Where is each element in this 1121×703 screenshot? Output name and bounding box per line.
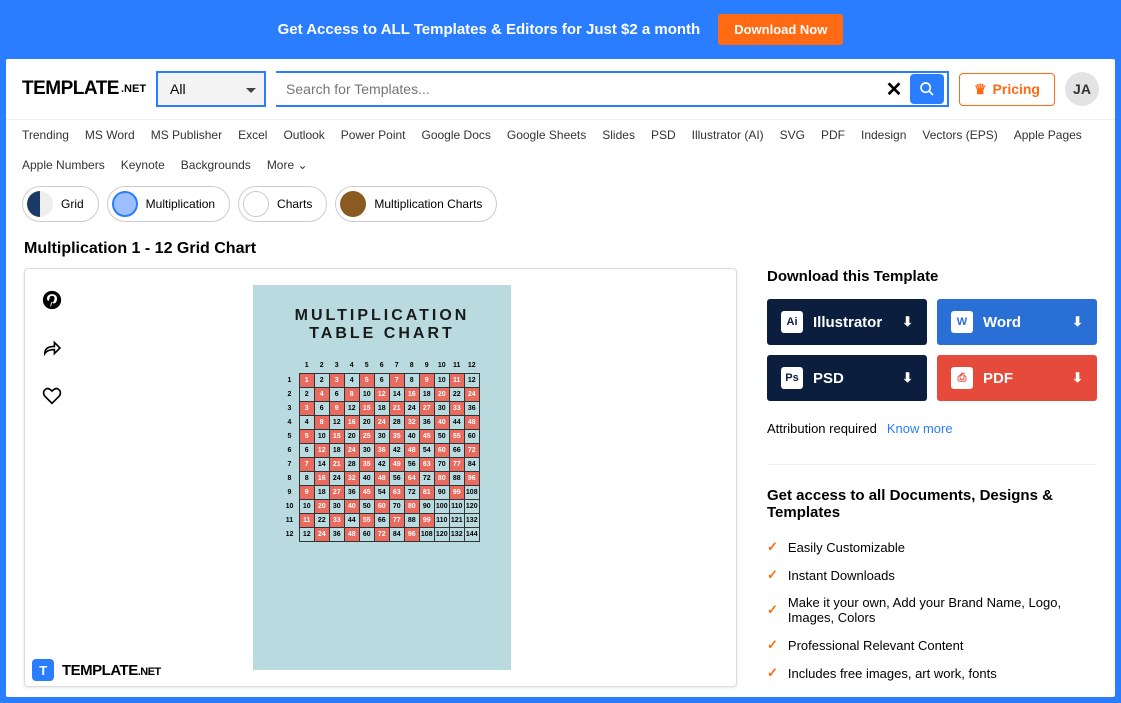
tab-trending[interactable]: Trending <box>22 128 69 142</box>
tab-pdf[interactable]: PDF <box>821 128 845 142</box>
download-psd-button[interactable]: PsPSD⬇ <box>767 355 927 401</box>
top-bar: TEMPLATE.NET All ✕ ♛ Pricing JA <box>6 59 1115 120</box>
template-preview-card: MULTIPLICATION TABLE CHART 1234567891011… <box>24 268 737 687</box>
download-pdf-button[interactable]: ⎙PDF⬇ <box>937 355 1097 401</box>
tab-svg[interactable]: SVG <box>780 128 805 142</box>
download-illustrator-button[interactable]: AiIllustrator⬇ <box>767 299 927 345</box>
chip-thumb <box>112 191 138 217</box>
features-heading: Get access to all Documents, Designs & T… <box>767 487 1097 521</box>
tab-more-[interactable]: More ⌄ <box>267 158 308 172</box>
feature-item: Instant Downloads <box>767 561 1097 589</box>
template-preview: MULTIPLICATION TABLE CHART 1234567891011… <box>253 285 511 670</box>
filter-chips: GridMultiplicationChartsMultiplication C… <box>6 180 1115 238</box>
tab-ms-word[interactable]: MS Word <box>85 128 135 142</box>
chip-thumb <box>243 191 269 217</box>
tab-google-docs[interactable]: Google Docs <box>422 128 491 142</box>
multiplication-grid: 1234567891011121123456789101112224681012… <box>284 359 480 542</box>
promo-download-button[interactable]: Download Now <box>718 14 843 45</box>
tab-indesign[interactable]: Indesign <box>861 128 906 142</box>
tab-psd[interactable]: PSD <box>651 128 676 142</box>
psd-icon: Ps <box>781 367 803 389</box>
download-icon: ⬇ <box>1072 314 1083 330</box>
tab-excel[interactable]: Excel <box>238 128 267 142</box>
pdf-icon: ⎙ <box>951 367 973 389</box>
tab-ms-publisher[interactable]: MS Publisher <box>151 128 222 142</box>
user-avatar[interactable]: JA <box>1065 72 1099 106</box>
tab-outlook[interactable]: Outlook <box>283 128 324 142</box>
chip-thumb <box>27 191 53 217</box>
download-icon: ⬇ <box>902 370 913 386</box>
promo-banner: Get Access to ALL Templates & Editors fo… <box>6 0 1115 59</box>
promo-text: Get Access to ALL Templates & Editors fo… <box>278 21 701 38</box>
search-input[interactable] <box>276 81 881 97</box>
tab-power-point[interactable]: Power Point <box>341 128 406 142</box>
clear-icon[interactable]: ✕ <box>881 77 907 102</box>
download-heading: Download this Template <box>767 268 1097 285</box>
share-icon[interactable] <box>41 337 63 359</box>
page-title: Multiplication 1 - 12 Grid Chart <box>6 238 1115 268</box>
brand-logo[interactable]: TEMPLATE.NET <box>22 78 146 100</box>
attribution-note: Attribution required Know more <box>767 417 1097 465</box>
watermark-logo: T TEMPLATE.NET <box>32 659 161 681</box>
illustrator-icon: Ai <box>781 311 803 333</box>
chip-charts[interactable]: Charts <box>238 186 327 222</box>
watermark-icon: T <box>32 659 54 681</box>
chip-multiplication[interactable]: Multiplication <box>107 186 230 222</box>
download-word-button[interactable]: WWord⬇ <box>937 299 1097 345</box>
tab-keynote[interactable]: Keynote <box>121 158 165 172</box>
tab-slides[interactable]: Slides <box>602 128 635 142</box>
feature-item: Easily Customizable <box>767 533 1097 561</box>
search-bar: ✕ <box>276 71 949 107</box>
chip-grid[interactable]: Grid <box>22 186 99 222</box>
crown-icon: ♛ <box>974 81 987 98</box>
heart-icon[interactable] <box>41 385 63 407</box>
tab-illustrator-ai-[interactable]: Illustrator (AI) <box>692 128 764 142</box>
tab-apple-pages[interactable]: Apple Pages <box>1014 128 1082 142</box>
category-tabs: Trending MS Word MS Publisher Excel Outlook P… <box>6 120 1115 180</box>
word-icon: W <box>951 311 973 333</box>
feature-item: Professional Relevant Content <box>767 631 1097 659</box>
pricing-button[interactable]: ♛ Pricing <box>959 73 1055 106</box>
category-select[interactable]: All <box>156 71 266 107</box>
feature-item: Includes free images, art work, fonts <box>767 659 1097 687</box>
tab-backgrounds[interactable]: Backgrounds <box>181 158 251 172</box>
search-button[interactable] <box>910 74 944 104</box>
know-more-link[interactable]: Know more <box>887 421 953 436</box>
search-icon <box>919 81 935 97</box>
download-icon: ⬇ <box>902 314 913 330</box>
tab-apple-numbers[interactable]: Apple Numbers <box>22 158 105 172</box>
download-icon: ⬇ <box>1072 370 1083 386</box>
chip-thumb <box>340 191 366 217</box>
pinterest-icon[interactable] <box>41 289 63 311</box>
chip-multiplication-charts[interactable]: Multiplication Charts <box>335 186 497 222</box>
tab-google-sheets[interactable]: Google Sheets <box>507 128 586 142</box>
feature-item: Make it your own, Add your Brand Name, L… <box>767 589 1097 631</box>
tab-vectors-eps-[interactable]: Vectors (EPS) <box>922 128 997 142</box>
